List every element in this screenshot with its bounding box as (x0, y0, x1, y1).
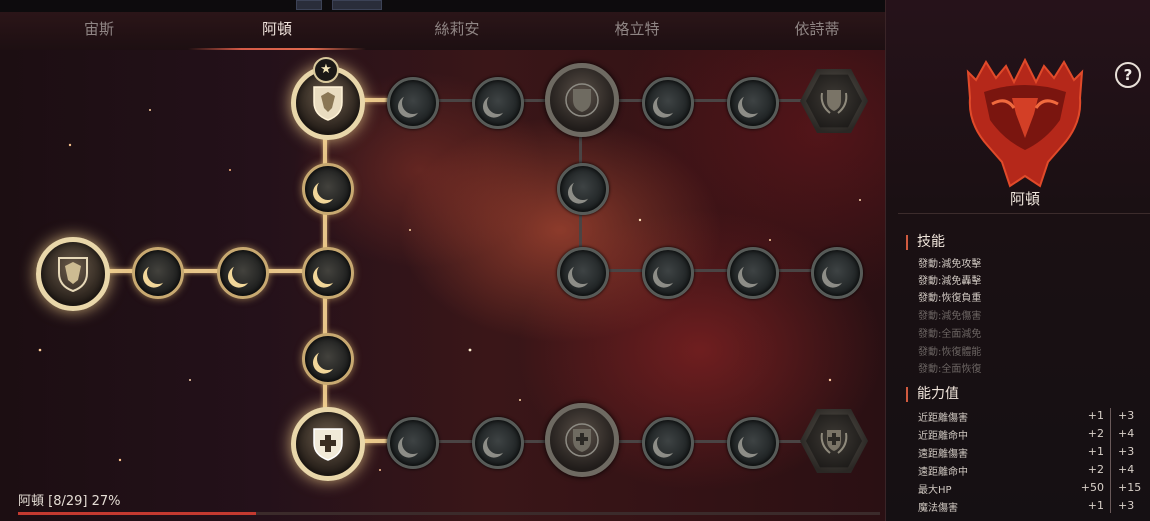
tab-gelite[interactable]: 格立特 (548, 12, 726, 50)
skill-item: 發動:減免攻擊 (918, 259, 982, 270)
stat-max: +4 (1118, 427, 1135, 440)
talent-node-locked[interactable] (472, 77, 524, 129)
stats-separator (1110, 408, 1111, 513)
crescent-icon (569, 259, 597, 287)
crescent-icon (484, 89, 512, 117)
stat-current: +2 (1087, 427, 1104, 440)
stats-heading: 能力值 (906, 387, 959, 402)
panel-title: 阿頓 (1009, 190, 1040, 208)
talent-node-locked[interactable] (811, 247, 863, 299)
cross-shield-icon (313, 428, 343, 461)
talent-node-root[interactable] (36, 237, 110, 311)
stat-name: 近距離命中 (918, 431, 968, 442)
tab-zeus[interactable]: 宙斯 (10, 12, 188, 50)
stat-max: +3 (1118, 409, 1135, 422)
talent-node-locked[interactable] (727, 77, 779, 129)
crescent-icon (739, 89, 767, 117)
crescent-icon (314, 175, 342, 203)
star-icon: ★ (313, 57, 339, 83)
crescent-icon (823, 259, 851, 287)
talent-node[interactable] (302, 247, 354, 299)
locked-path (579, 269, 834, 272)
stat-max: +15 (1118, 481, 1142, 494)
shield-emblem-icon (313, 86, 343, 121)
crescent-icon (314, 259, 342, 287)
talent-node-locked[interactable] (557, 163, 609, 215)
stat-name: 最大HP (918, 485, 952, 496)
progress-bar (18, 512, 880, 515)
talent-node-locked[interactable] (472, 417, 524, 469)
talent-node-locked-major[interactable] (545, 63, 619, 137)
skill-item-locked: 發動:減免傷害 (918, 311, 982, 322)
stat-name: 魔法傷害 (918, 503, 958, 514)
talent-node-locked[interactable] (642, 77, 694, 129)
skill-item: 發動:恢復負重 (918, 293, 982, 304)
crescent-icon (399, 429, 427, 457)
top-strip-chip (332, 0, 382, 10)
god-tab-bar: 宙斯 阿頓 絲莉安 格立特 依詩蒂 (0, 12, 885, 51)
panel-divider (898, 213, 1150, 214)
talent-node-locked[interactable] (727, 247, 779, 299)
stat-name: 遠距離傷害 (918, 449, 968, 460)
talent-node[interactable] (217, 247, 269, 299)
cross-shield-icon (565, 423, 599, 457)
crescent-icon (654, 259, 682, 287)
tab-silian[interactable]: 絲莉安 (368, 12, 546, 50)
talent-node-locked[interactable] (642, 417, 694, 469)
skill-item-locked: 發動:恢復體能 (918, 347, 982, 358)
talent-node-locked[interactable] (727, 417, 779, 469)
skills-heading: 技能 (906, 235, 945, 250)
stat-current: +1 (1087, 445, 1104, 458)
stat-max: +3 (1118, 445, 1135, 458)
tab-aden[interactable]: 阿頓 (188, 12, 366, 50)
cross-laurel-icon (820, 430, 848, 454)
skill-item-locked: 發動:全面減免 (918, 329, 982, 340)
talent-node[interactable] (302, 163, 354, 215)
stat-current: +1 (1087, 499, 1104, 512)
talent-node[interactable] (302, 333, 354, 385)
help-icon[interactable]: ? (1115, 62, 1141, 88)
skill-item-locked: 發動:全面恢復 (918, 364, 982, 375)
crescent-icon (654, 89, 682, 117)
shield-emblem-icon (58, 257, 88, 293)
top-strip-chip (296, 0, 322, 10)
progress-label: 阿頓 [8/29] 27% (18, 494, 121, 509)
tab-yishidi[interactable]: 依詩蒂 (728, 12, 906, 50)
talent-node-bottom-keystone[interactable] (291, 407, 365, 481)
talent-node-locked[interactable] (387, 77, 439, 129)
skill-item: 發動:減免轟擊 (918, 276, 982, 287)
crescent-icon (229, 259, 257, 287)
talent-node-locked-major[interactable] (545, 403, 619, 477)
crescent-icon (314, 345, 342, 373)
crescent-icon (654, 429, 682, 457)
crescent-icon (144, 259, 172, 287)
talent-node-locked[interactable] (642, 247, 694, 299)
talent-node-locked[interactable] (557, 247, 609, 299)
shield-emblem-icon (565, 83, 599, 117)
crescent-icon (484, 429, 512, 457)
stat-max: +4 (1118, 463, 1135, 476)
aden-crest-icon (966, 58, 1084, 188)
stat-name: 遠距離命中 (918, 467, 968, 478)
stat-current: +2 (1087, 463, 1104, 476)
talent-node-locked[interactable] (387, 417, 439, 469)
talent-tree (0, 50, 885, 521)
stat-name: 近距離傷害 (918, 413, 968, 424)
stat-current: +50 (1080, 481, 1104, 494)
talent-node[interactable] (132, 247, 184, 299)
crescent-icon (739, 429, 767, 457)
crescent-icon (399, 89, 427, 117)
laurel-shield-icon (820, 90, 848, 114)
stat-current: +1 (1087, 409, 1104, 422)
progress-fill (18, 512, 256, 515)
crescent-icon (569, 175, 597, 203)
stat-max: +3 (1118, 499, 1135, 512)
crescent-icon (739, 259, 767, 287)
